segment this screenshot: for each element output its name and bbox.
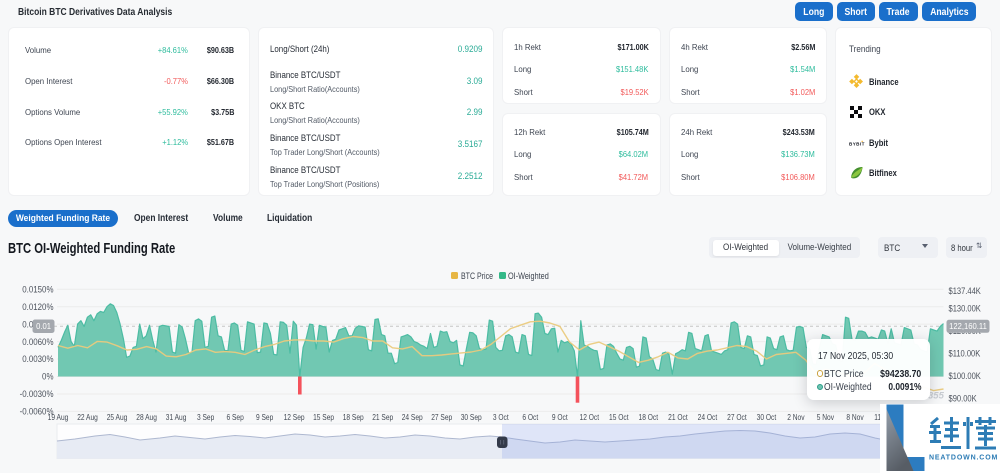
svg-text:15 Oct: 15 Oct xyxy=(609,412,629,422)
svg-text:15 Sep: 15 Sep xyxy=(313,412,334,422)
svg-text:0.0120%: 0.0120% xyxy=(22,301,54,312)
svg-text:30 Oct: 30 Oct xyxy=(757,412,777,422)
svg-text:6 Oct: 6 Oct xyxy=(522,412,539,422)
svg-text:5 Nov: 5 Nov xyxy=(817,412,834,422)
svg-text:24 Oct: 24 Oct xyxy=(698,412,718,422)
svg-text:0.0060%: 0.0060% xyxy=(22,336,54,347)
svg-text:19 Aug: 19 Aug xyxy=(48,412,69,422)
svg-text:3 Sep: 3 Sep xyxy=(197,412,214,422)
svg-text:22 Aug: 22 Aug xyxy=(77,412,98,422)
svg-text:27 Oct: 27 Oct xyxy=(727,412,747,422)
svg-text:12 Sep: 12 Sep xyxy=(284,412,305,422)
svg-text:$90.00K: $90.00K xyxy=(949,393,978,404)
svg-text:12 Oct: 12 Oct xyxy=(580,412,600,422)
svg-text:30 Sep: 30 Sep xyxy=(461,412,482,422)
svg-text:9 Oct: 9 Oct xyxy=(552,412,569,422)
svg-text:31 Aug: 31 Aug xyxy=(166,412,187,422)
svg-text:27 Sep: 27 Sep xyxy=(431,412,452,422)
svg-text:9 Sep: 9 Sep xyxy=(256,412,273,422)
svg-text:8 Nov: 8 Nov xyxy=(846,412,863,422)
svg-text:0.0030%: 0.0030% xyxy=(22,354,54,365)
svg-text:-0.0030%: -0.0030% xyxy=(20,389,54,400)
svg-text:122,160.11: 122,160.11 xyxy=(949,322,987,331)
svg-text:$137.44K: $137.44K xyxy=(949,286,982,297)
svg-text:$110.00K: $110.00K xyxy=(949,348,981,359)
svg-text:25 Aug: 25 Aug xyxy=(107,412,128,422)
svg-text:$100.00K: $100.00K xyxy=(949,370,982,381)
svg-text:2 Nov: 2 Nov xyxy=(787,412,804,422)
svg-text:0.0150%: 0.0150% xyxy=(22,284,54,295)
svg-text:6 Sep: 6 Sep xyxy=(226,412,243,422)
svg-text:$130.00K: $130.00K xyxy=(949,303,982,314)
svg-text:0.01: 0.01 xyxy=(36,322,51,331)
svg-text:18 Oct: 18 Oct xyxy=(639,412,659,422)
svg-text:28 Aug: 28 Aug xyxy=(136,412,157,422)
svg-text:0%: 0% xyxy=(42,371,54,382)
svg-text:21 Sep: 21 Sep xyxy=(372,412,393,422)
svg-text:NEATDOWN.COM: NEATDOWN.COM xyxy=(929,455,998,462)
svg-text:24 Sep: 24 Sep xyxy=(402,412,423,422)
svg-text:21 Oct: 21 Oct xyxy=(668,412,688,422)
svg-text:3 Oct: 3 Oct xyxy=(493,412,510,422)
svg-text:355: 355 xyxy=(928,391,945,402)
svg-text:18 Sep: 18 Sep xyxy=(343,412,364,422)
